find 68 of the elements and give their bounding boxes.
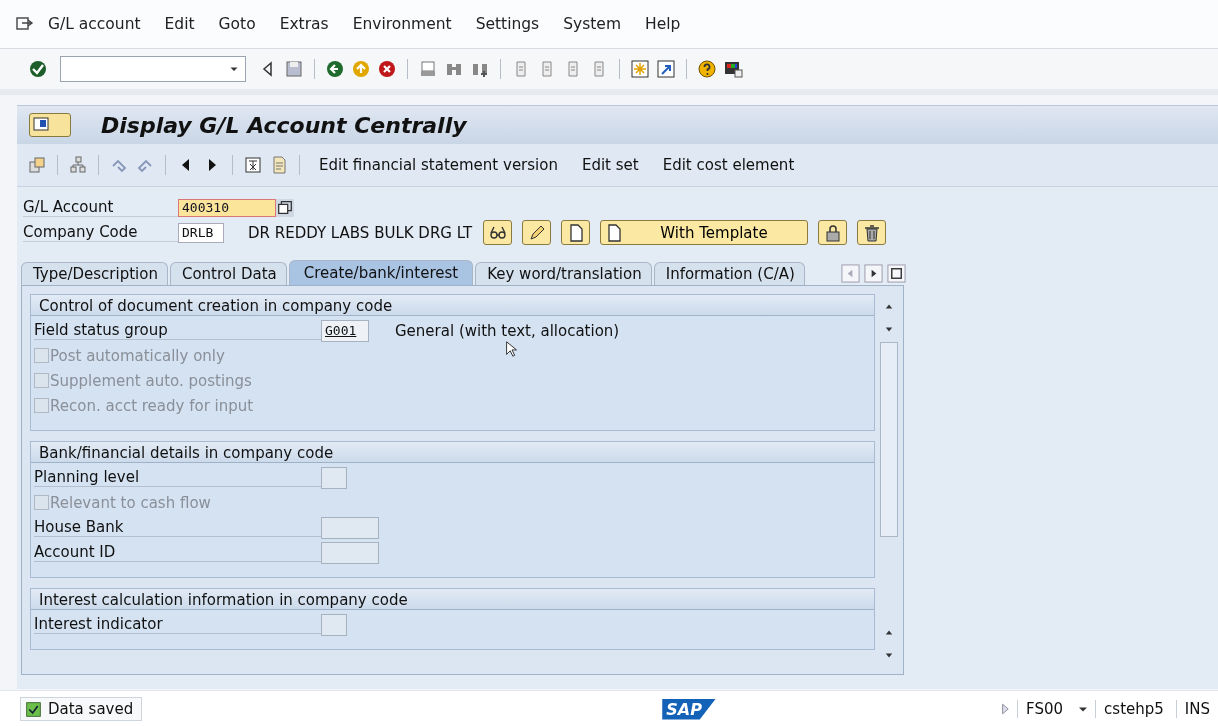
account-field[interactable]: 400310 (178, 198, 276, 217)
display-change-button[interactable] (483, 220, 512, 245)
cancel-icon[interactable] (377, 59, 397, 79)
help-icon[interactable] (697, 59, 717, 79)
checkbox-label: Supplement auto. postings (50, 371, 252, 390)
field-label: Account ID (34, 543, 321, 562)
toolbar-button[interactable]: Edit set (572, 156, 648, 174)
transaction-field[interactable]: FS00 (1017, 700, 1072, 718)
checkbox-label: Recon. acct ready for input (50, 396, 254, 415)
new-session-icon[interactable] (630, 59, 650, 79)
delete-page-icon[interactable] (243, 155, 263, 175)
group-title: Interest calculation information in company code (31, 589, 874, 610)
field-label: House Bank (34, 518, 321, 537)
server-field: cstehp5 (1095, 700, 1172, 718)
message-text: Data saved (48, 700, 134, 718)
tab[interactable]: Key word/translation (475, 262, 652, 285)
field-label: Planning level (34, 468, 321, 487)
input-field[interactable]: G001 (321, 319, 369, 342)
logo: SAP (662, 698, 716, 720)
menu-item[interactable]: G/L account (48, 15, 141, 33)
company-name: DR REDDY LABS BULK DRG LT (248, 223, 474, 242)
field-label: Interest indicator (34, 615, 321, 634)
menu-item[interactable]: Settings (475, 15, 540, 33)
checkbox-label: Post automatically only (50, 346, 225, 365)
company-code-field[interactable]: DRLB (178, 222, 224, 243)
scrollbar-thumb[interactable] (880, 342, 898, 537)
input-field[interactable] (321, 541, 379, 564)
layout-icon[interactable] (723, 59, 743, 79)
print-icon[interactable] (418, 59, 438, 79)
check-icon[interactable] (28, 59, 48, 79)
menu-item[interactable]: System (563, 15, 621, 33)
checkbox-label: Relevant to cash flow (50, 493, 211, 512)
toolbar-button[interactable]: Edit cost element (653, 156, 804, 174)
menu-item[interactable]: Edit (164, 15, 195, 33)
field-description: General (with text, allocation) (395, 321, 620, 340)
tab[interactable]: Control Data (169, 262, 287, 285)
screen-menu-button[interactable] (29, 113, 71, 137)
tab[interactable]: Create/bank/interest (288, 260, 474, 285)
menu-item[interactable]: Help (645, 15, 681, 33)
tab-list-icon[interactable] (887, 263, 906, 283)
input-field[interactable] (321, 516, 379, 539)
input-field[interactable] (321, 613, 347, 636)
shortcut-icon[interactable] (656, 59, 676, 79)
menu-item[interactable]: Extras (279, 15, 329, 33)
group-title: Bank/financial details in company code (31, 442, 874, 463)
toolbar-button[interactable]: Edit financial statement version (310, 156, 567, 174)
template-button[interactable]: With Template (600, 220, 808, 245)
copy-icon[interactable] (27, 155, 47, 175)
scroll-right-icon[interactable] (864, 263, 883, 283)
lock-button[interactable] (818, 220, 847, 245)
menu-item[interactable]: Environment (352, 15, 452, 33)
screen-title: Display G/L Account Centrally (101, 112, 467, 138)
back-icon[interactable] (325, 59, 345, 79)
field-label: Field status group (34, 321, 321, 340)
menu-item[interactable]: Goto (218, 15, 256, 33)
save-icon[interactable] (284, 59, 304, 79)
tab[interactable]: Information (C/A) (653, 262, 805, 285)
command-field[interactable] (60, 56, 246, 82)
field-label: G/L Account (23, 198, 178, 217)
edit-button[interactable] (522, 220, 551, 245)
input-field[interactable] (321, 466, 347, 489)
delete-button[interactable] (857, 220, 886, 245)
create-button[interactable] (561, 220, 590, 245)
group-title: Control of document creation in company code (31, 295, 874, 316)
value-help-icon[interactable] (276, 198, 294, 217)
tab[interactable]: Type/Description (21, 262, 168, 285)
hierarchy-icon[interactable] (68, 155, 88, 175)
mode-field: INS (1175, 700, 1218, 718)
